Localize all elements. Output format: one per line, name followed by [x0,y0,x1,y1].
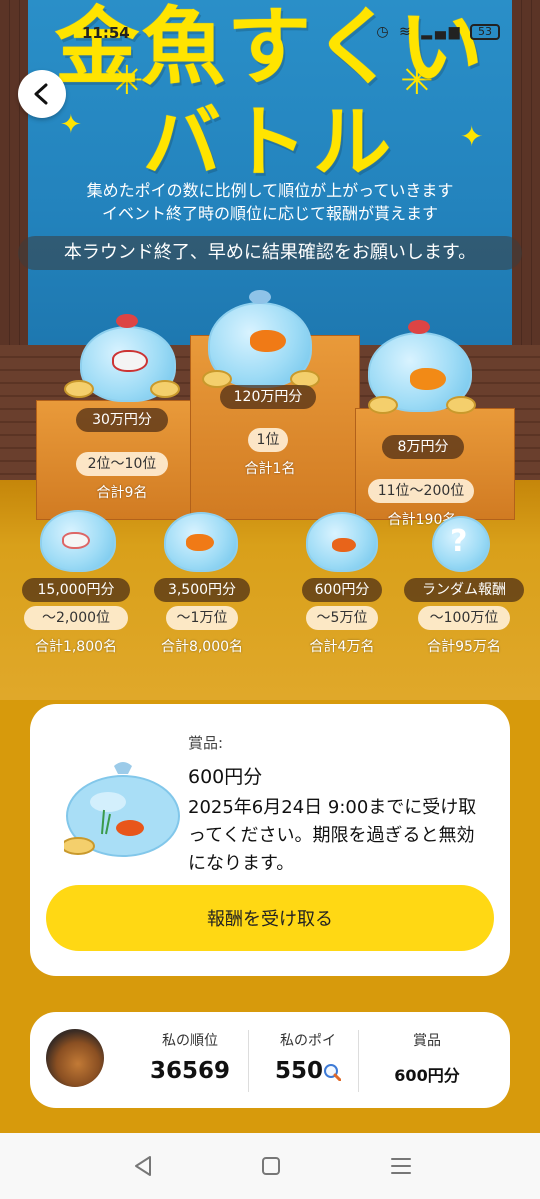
question-icon: ? [450,524,468,559]
back-chevron-icon [34,83,48,105]
my-prize-value: 600円分 [394,1066,460,1085]
my-rank-label: 私の順位 [162,1033,218,1049]
coin-icon [446,396,476,414]
poi-icon [324,1063,342,1081]
tier-3-prize: 8万円分 [382,435,464,459]
my-poi-row: 550 [258,1058,358,1084]
prize-deadline-text: 2025年6月24日 9:00までに受け取ってください。期限を過ぎると無効になり… [188,797,477,874]
claim-reward-button[interactable]: 報酬を受け取る [46,885,494,951]
goldfish-bag-icon [64,762,180,857]
alarm-icon: ◷ [376,24,392,40]
tier-2-count: 合計9名 [96,485,148,501]
tier-5-rank: 〜1万位 [166,606,238,630]
event-banner: ✳ ✳ ✦ ✦ 金魚すくい バトル 集めたポイの数に比例して順位が上がっていきま… [0,0,540,700]
coin-icon [150,380,180,398]
tier-7-rank: 〜100万位 [418,606,510,630]
event-subtitle-1: 集めたポイの数に比例して順位が上がっていきます [86,181,454,200]
status-time: 11:54 [82,24,130,42]
event-subtitle-2: イベント終了時の順位に応じて報酬が貰えます [101,204,438,223]
tier-3-rank: 11位〜200位 [368,479,474,503]
goldfish-icon [112,350,148,372]
bag-knot [116,314,138,328]
my-rank: 私の順位 36569 [140,1030,240,1084]
tier-6-prize: 600円分 [302,578,382,602]
tier-2-rank: 2位〜10位 [76,452,168,476]
status-bar: 11:54 ◷ ≋ ▂▄▆ 53 [0,22,540,48]
goldfish-icon [62,532,90,549]
nav-menu-icon[interactable] [386,1153,416,1179]
bag-knot [408,320,430,334]
tier-5-prize: 3,500円分 [154,578,250,602]
tier-1-count: 合計1名 [244,461,296,477]
tier-4-count: 合計1,800名 [34,639,118,655]
nav-back-icon[interactable] [128,1153,158,1179]
divider [358,1030,359,1092]
my-prize: 賞品 600円分 [370,1030,484,1086]
avatar[interactable] [46,1029,104,1087]
tier-1-rank: 1位 [248,428,288,452]
podium-third [355,408,515,520]
coin-icon [64,380,94,398]
my-poi-value: 550 [274,1058,323,1084]
system-nav-bar [0,1133,540,1199]
goldfish-icon [250,330,286,352]
goldfish-icon [410,368,446,390]
my-poi: 私のポイ 550 [258,1030,358,1084]
event-title-line2: バトル [142,98,398,188]
back-button[interactable] [18,70,66,118]
prize-label: 賞品: [188,734,224,752]
wifi-icon: ≋ [399,24,414,40]
tier-7-prize: ランダム報酬 [404,578,524,602]
coin-icon [368,396,398,414]
goldfish-icon [186,534,214,551]
round-end-notice: 本ラウンド終了、早めに結果確認をお願いします。 [18,236,522,270]
user-stats-card: 私の順位 36569 私のポイ 550 賞品 600円分 [30,1012,510,1108]
tier-2-prize: 30万円分 [76,408,168,432]
tier-7-count: 合計95万名 [427,639,501,655]
tier-6-rank: 〜5万位 [306,606,378,630]
tier-5-count: 合計8,000名 [160,639,244,655]
tier-6-count: 合計4万名 [309,639,375,655]
prize-card: 賞品: 600円分 2025年6月24日 9:00までに受け取ってください。期限… [30,704,510,976]
bag-knot [249,290,271,304]
battery-icon: 53 [470,24,500,40]
goldfish-icon [332,538,356,552]
prize-value: 600円分 [188,766,263,788]
status-icons: ◷ ≋ ▂▄▆ 53 [376,24,500,40]
divider [248,1030,249,1092]
my-poi-label: 私のポイ [280,1033,336,1049]
tier-4-rank: 〜2,000位 [24,606,128,630]
tier-4-prize: 15,000円分 [22,578,130,602]
signal-icon: ▂▄▆ [421,24,463,40]
nav-home-icon[interactable] [256,1153,286,1179]
my-prize-label: 賞品 [413,1033,441,1049]
tier-1-prize: 120万円分 [220,385,316,409]
my-rank-value: 36569 [149,1058,231,1084]
